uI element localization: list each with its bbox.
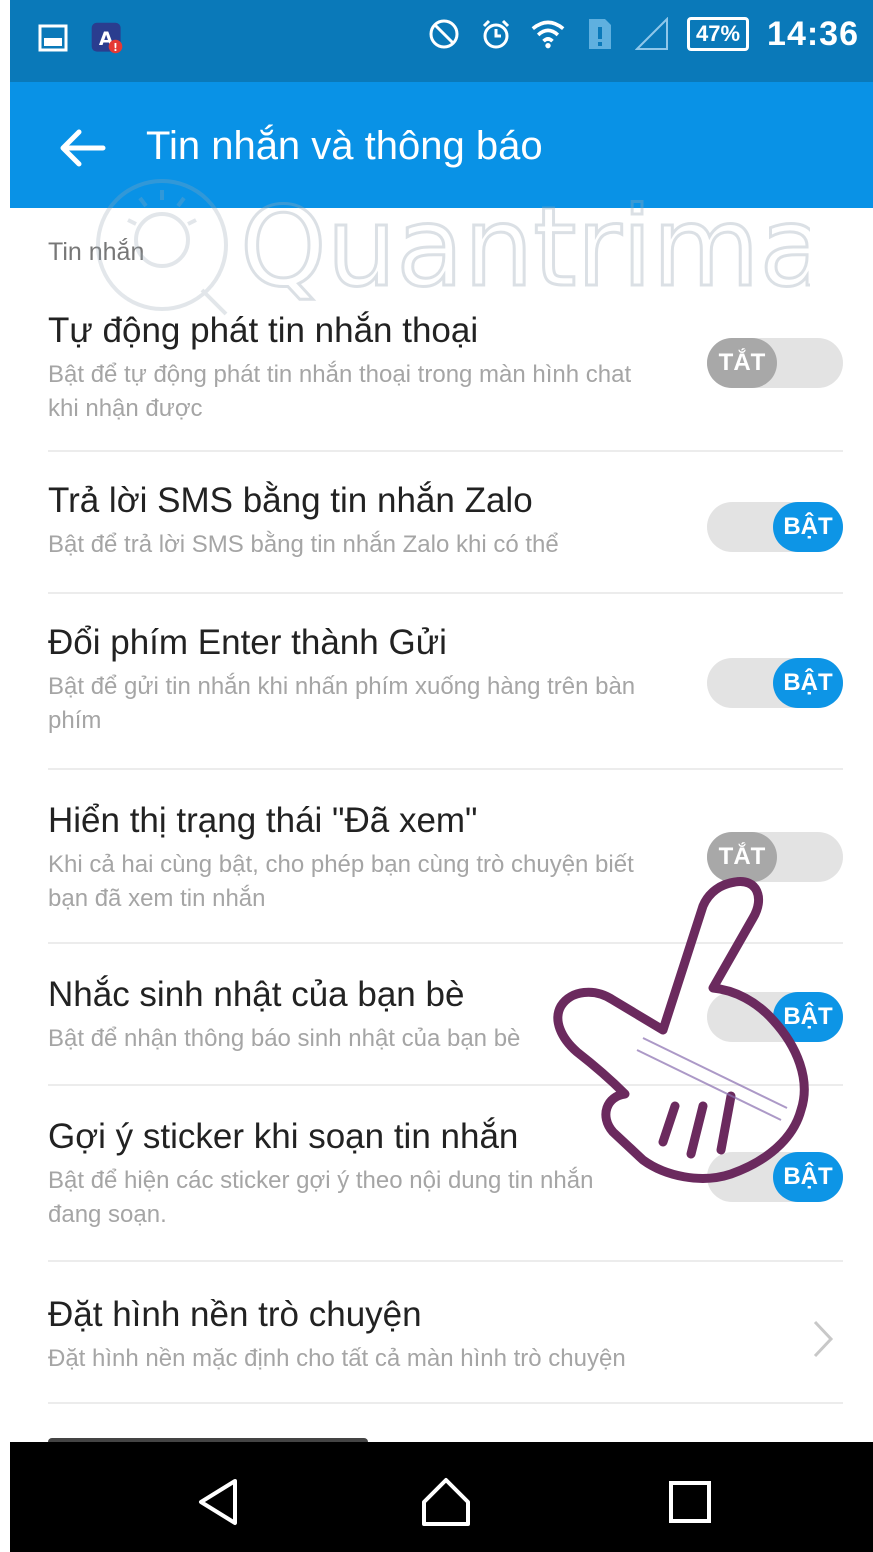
setting-description: Bật để gửi tin nhắn khi nhấn phím xuống … <box>48 673 636 734</box>
setting-enter-to-send[interactable]: Đổi phím Enter thành Gửi Bật để gửi tin … <box>48 620 843 770</box>
setting-description: Khi cả hai cùng bật, cho phép bạn cùng t… <box>48 851 634 912</box>
setting-chat-wallpaper[interactable]: Đặt hình nền trò chuyện Đặt hình nền mặc… <box>48 1292 843 1404</box>
setting-seen-status[interactable]: Hiển thị trạng thái "Đã xem" Khi cả hai … <box>48 798 843 944</box>
toggle-switch[interactable]: BẬT <box>707 502 843 552</box>
back-triangle-icon <box>199 1479 237 1525</box>
chevron-right-icon <box>813 1320 834 1358</box>
wifi-icon <box>531 14 565 54</box>
toggle-label: TẮT <box>707 832 777 882</box>
navigation-bar <box>10 1442 873 1552</box>
setting-description: Bật để tự động phát tin nhắn thoại trong… <box>48 361 632 422</box>
settings-list[interactable]: Tin nhắn Tự động phát tin nhắn thoại Bật… <box>0 208 873 1442</box>
toggle-switch[interactable]: TẮT <box>707 832 843 882</box>
setting-description: Bật để hiện các sticker gợi ý theo nội d… <box>48 1167 594 1228</box>
gallery-icon <box>36 18 70 58</box>
setting-description: Bật để trả lời SMS bằng tin nhắn Zalo kh… <box>48 531 559 558</box>
toggle-label: BẬT <box>773 502 843 552</box>
toggle-switch[interactable]: TẮT <box>707 338 843 388</box>
setting-description: Bật để nhận thông báo sinh nhật của bạn … <box>48 1025 521 1052</box>
setting-reply-sms-zalo[interactable]: Trả lời SMS bằng tin nhắn Zalo Bật để tr… <box>48 478 843 594</box>
back-button[interactable] <box>50 116 114 180</box>
svg-text:!: ! <box>113 43 118 54</box>
setting-partial-next[interactable] <box>48 1430 843 1442</box>
nav-back-button[interactable] <box>188 1472 248 1532</box>
toggle-switch[interactable]: BẬT <box>707 658 843 708</box>
status-bar: A! 47% 14:36 <box>10 0 873 82</box>
toggle-label: BẬT <box>773 658 843 708</box>
recents-icon <box>669 1481 711 1523</box>
toggle-label: TẮT <box>707 338 777 388</box>
nav-recents-button[interactable] <box>660 1472 720 1532</box>
setting-auto-play-voice[interactable]: Tự động phát tin nhắn thoại Bật để tự độ… <box>48 308 843 452</box>
page-title: Tin nhắn và thông báo <box>146 124 543 168</box>
app-notification-icon: A! <box>90 18 124 58</box>
arrow-left-icon <box>60 129 106 167</box>
toggle-label: BẬT <box>773 1152 843 1202</box>
battery-indicator: 47% <box>686 17 750 51</box>
do-not-disturb-icon <box>427 14 461 54</box>
signal-icon <box>634 14 669 54</box>
toggle-switch[interactable]: BẬT <box>707 992 843 1042</box>
sim-icon <box>583 14 617 54</box>
toggle-switch[interactable]: BẬT <box>707 1152 843 1202</box>
toggle-label: BẬT <box>773 992 843 1042</box>
app-bar: Tin nhắn và thông báo <box>10 82 873 208</box>
section-label: Tin nhắn <box>48 238 145 266</box>
setting-title: Đặt hình nền trò chuyện <box>48 1295 422 1334</box>
home-icon <box>422 1478 470 1526</box>
setting-sticker-suggestion[interactable]: Gợi ý sticker khi soạn tin nhắn Bật để h… <box>48 1114 843 1262</box>
setting-birthday-reminder[interactable]: Nhắc sinh nhật của bạn bè Bật để nhận th… <box>48 972 843 1086</box>
nav-home-button[interactable] <box>416 1472 476 1532</box>
alarm-icon <box>479 14 513 54</box>
setting-description: Đặt hình nền mặc định cho tất cả màn hìn… <box>48 1345 626 1372</box>
clock: 14:36 <box>767 14 859 53</box>
